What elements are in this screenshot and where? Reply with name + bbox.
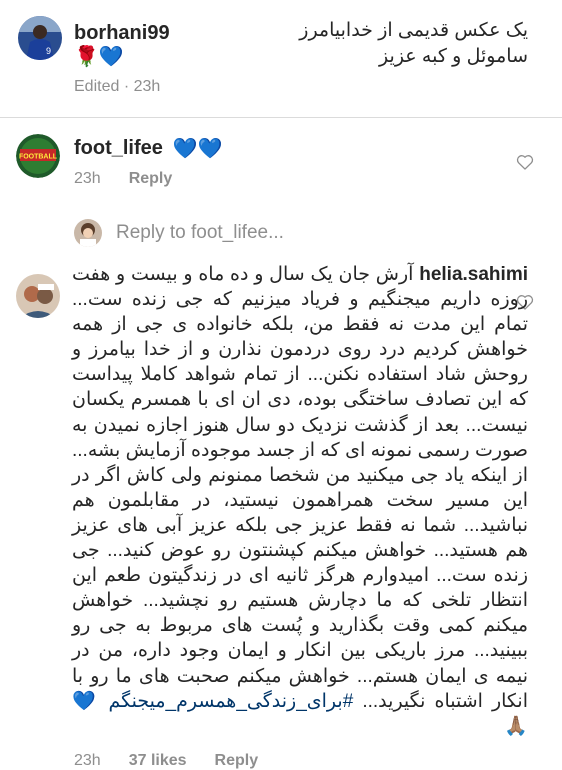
avatar-image: FOOTBALL <box>16 134 60 178</box>
current-user-avatar <box>74 219 102 247</box>
svg-text:9: 9 <box>46 46 51 56</box>
comment-body: helia.sahimi آرش جان یک سال و ده ماه و ب… <box>72 262 528 739</box>
comment-text: یک عکس قدیمی از خدابیامرز ساموئل و کبه ع… <box>299 20 528 67</box>
comment-emojis: 💙💙 <box>172 138 223 160</box>
reply-input[interactable]: Reply to foot_lifee... <box>116 222 284 244</box>
comment-emojis: 🌹💙 <box>74 46 124 68</box>
reply-button[interactable]: Reply <box>215 752 259 770</box>
comment-time: Edited · 23h <box>74 78 161 95</box>
likes-count[interactable]: 37 likes <box>129 752 187 770</box>
divider <box>0 117 562 118</box>
avatar-helia-sahimi[interactable] <box>16 274 60 318</box>
reply-composer[interactable]: Reply to foot_lifee... <box>74 216 284 250</box>
hashtag-link[interactable]: #برای_زندگی_همسرم_میجنگم <box>109 691 354 712</box>
comment-time: 23h <box>74 170 101 187</box>
comment-username[interactable]: foot_lifee <box>74 137 163 160</box>
comment-time: 23h <box>74 752 101 769</box>
comment-text: آرش جان یک سال و ده ماه و بیست و هفت روز… <box>72 264 528 712</box>
comment-username[interactable]: borhani99 <box>74 22 170 44</box>
comment-meta: 23h Reply <box>74 170 172 188</box>
avatar-foot_lifee[interactable]: FOOTBALL <box>16 134 60 178</box>
avatar-borhani99[interactable]: 9 <box>18 16 62 60</box>
reply-button[interactable]: Reply <box>129 170 173 188</box>
svg-text:FOOTBALL: FOOTBALL <box>19 154 58 161</box>
comment-meta: 23h 37 likes Reply <box>74 752 258 770</box>
like-heart-icon[interactable] <box>515 152 535 172</box>
avatar-image <box>16 274 60 318</box>
comment-username[interactable]: helia.sahimi <box>419 264 528 285</box>
avatar-image: 9 <box>18 16 62 60</box>
comment-meta: Edited · 23h <box>74 78 160 96</box>
